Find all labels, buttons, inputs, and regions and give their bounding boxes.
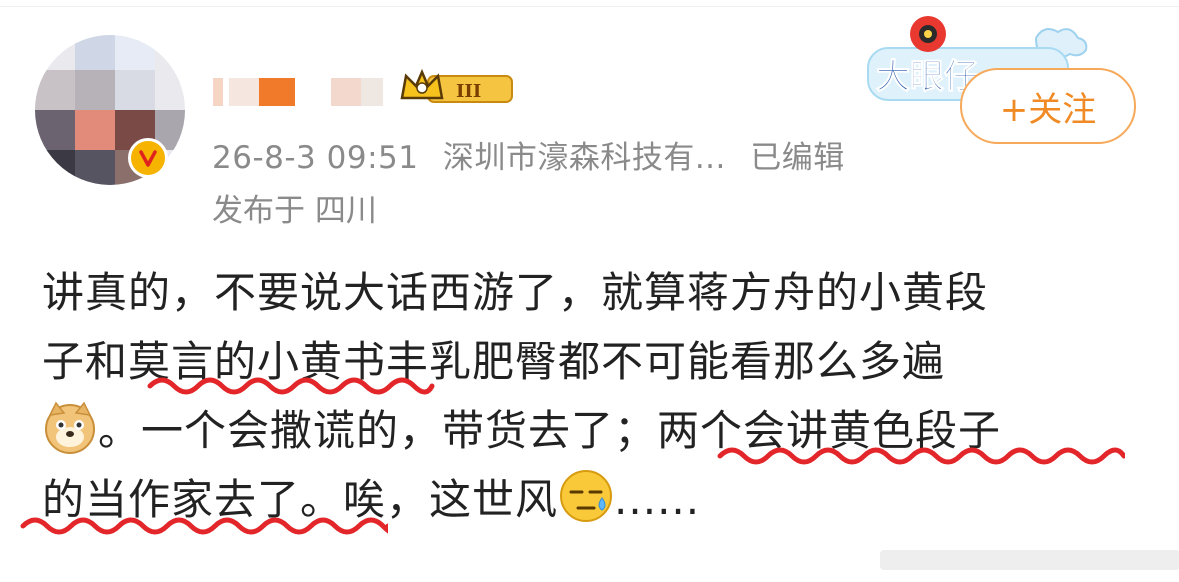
follow-label: +关注 xyxy=(999,89,1097,130)
watermark-icon xyxy=(880,550,1179,570)
top-divider xyxy=(0,6,1179,7)
text-segment: 子和 xyxy=(42,337,129,386)
post-time[interactable]: 26-8-3 09:51 xyxy=(212,140,418,176)
post-source[interactable]: 深圳市濠森科技有... xyxy=(443,140,726,176)
edited-label[interactable]: 已编辑 xyxy=(750,140,845,176)
sweat-emoji-icon xyxy=(560,470,613,522)
text-segment: 丰乳肥臀都不可能看那么多遍 xyxy=(386,337,946,386)
doge-emoji-icon xyxy=(45,401,95,454)
username-redacted[interactable] xyxy=(213,72,388,110)
vip-level-badge[interactable]: III xyxy=(398,68,516,108)
red-underline-annotation xyxy=(147,377,435,395)
red-underline-annotation xyxy=(20,517,388,535)
verified-badge-icon xyxy=(128,138,168,178)
red-underline-annotation xyxy=(717,447,1125,465)
post-location: 发布于 四川 xyxy=(212,193,377,229)
text-segment: 。一个会撒谎的，带货去了； xyxy=(98,406,658,455)
follow-button[interactable]: +关注 xyxy=(960,68,1136,144)
text-segment: ...... xyxy=(614,475,701,524)
post-meta: 26-8-3 09:51 深圳市濠森科技有... 已编辑 xyxy=(212,132,859,177)
post-line-1: 讲真的，不要说大话西游了，就算蒋方舟的小黄段 xyxy=(42,268,989,317)
vip-level-text: III xyxy=(456,81,481,102)
